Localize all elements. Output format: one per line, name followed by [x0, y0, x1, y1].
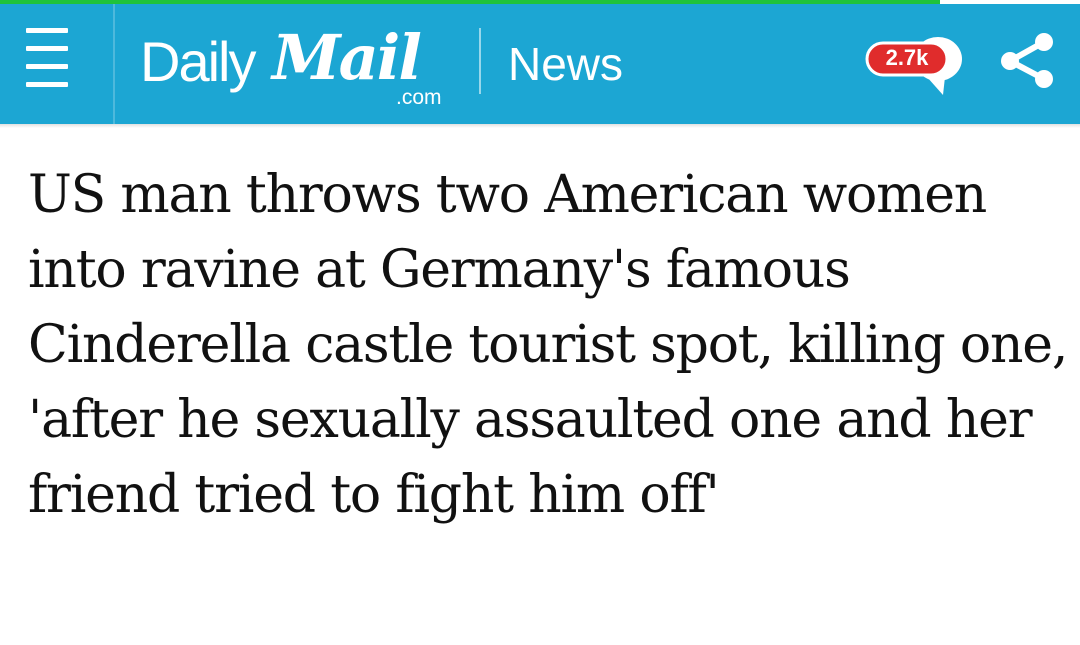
- logo-daily-text: Daily: [140, 30, 256, 93]
- logo-mail-text: Mail: [272, 21, 422, 94]
- comments-button[interactable]: 2.7k: [863, 33, 975, 103]
- share-icon[interactable]: [996, 30, 1058, 90]
- article-headline[interactable]: US man throws two American women into ra…: [28, 158, 1068, 533]
- daily-mail-logo[interactable]: Daily Mail .com: [140, 24, 460, 114]
- logo-com-text: .com: [396, 86, 442, 109]
- section-label-news[interactable]: News: [508, 36, 623, 92]
- menu-divider: [113, 4, 115, 124]
- hamburger-menu-icon[interactable]: [22, 24, 68, 87]
- top-bar-shadow: [0, 124, 1080, 128]
- section-divider: [479, 28, 481, 94]
- comment-count-badge: 2.7k: [885, 45, 929, 70]
